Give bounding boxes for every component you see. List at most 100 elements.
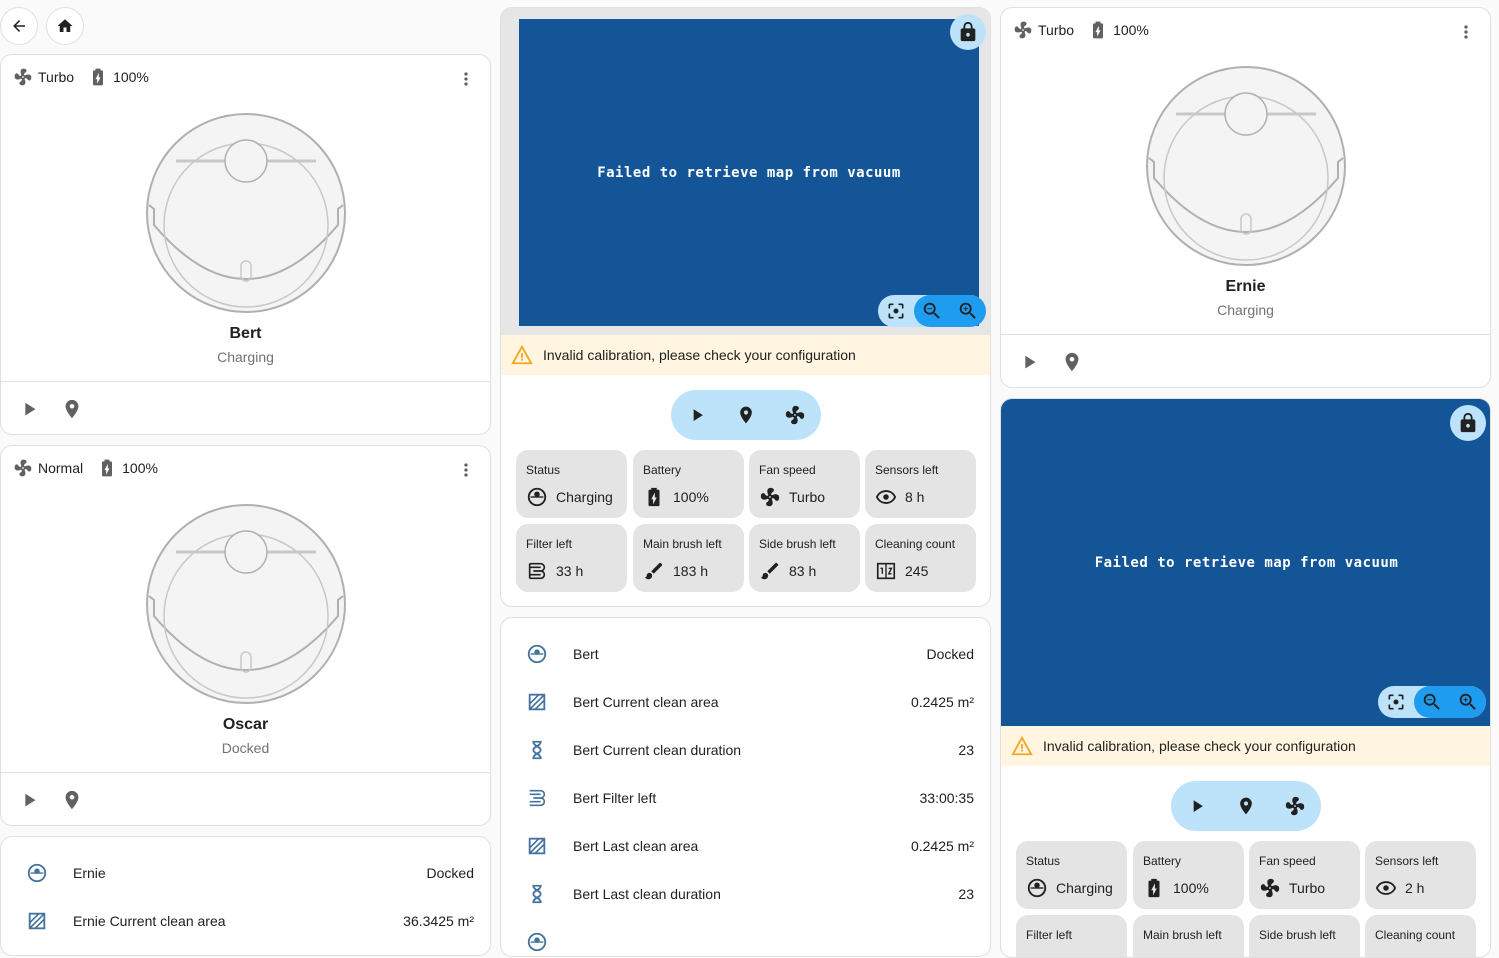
map-marker-icon — [61, 789, 83, 811]
start-button[interactable] — [685, 403, 709, 427]
vacuum-state: Charging — [217, 349, 274, 365]
fan-speed-button[interactable] — [1283, 794, 1307, 818]
home-button[interactable] — [46, 7, 84, 45]
battery-charging-icon — [1088, 20, 1108, 40]
map-view[interactable]: Failed to retrieve map from vacuum — [519, 19, 979, 326]
tile-status[interactable]: Status Charging — [1016, 841, 1127, 909]
map-view[interactable]: Failed to retrieve map from vacuum — [1001, 399, 1490, 726]
vacuum-card-header: Turbo 100% — [1013, 20, 1163, 40]
hourglass-icon — [525, 738, 549, 762]
vacuum-card-bert: Turbo 100% Bert Charging — [0, 54, 491, 435]
entity-row[interactable]: Ernie Docked — [1, 849, 490, 897]
lock-button[interactable] — [1450, 405, 1486, 441]
vacuum-actions — [1, 381, 490, 435]
alert-icon — [511, 344, 533, 366]
entity-row[interactable]: Bert Current clean area 0.2425 m² — [501, 678, 990, 726]
play-icon — [18, 789, 40, 811]
lock-button[interactable] — [950, 14, 986, 50]
vacuum-controls — [671, 390, 821, 440]
vacuum-image[interactable] — [146, 504, 346, 704]
entity-row[interactable]: Bert Current clean duration 23 — [501, 726, 990, 774]
entity-row[interactable]: Bert Last clean duration 23 — [501, 870, 990, 918]
zoom-out-button[interactable] — [1414, 686, 1450, 718]
zoom-out-button[interactable] — [914, 295, 950, 327]
tile-sensors-left[interactable]: Sensors left 8 h — [865, 450, 976, 518]
tile-battery[interactable]: Battery 100% — [1133, 841, 1244, 909]
tile-filter-left[interactable]: Filter left — [1016, 915, 1127, 957]
dots-vertical-icon — [1456, 22, 1476, 42]
battery-charging-icon — [1143, 877, 1165, 899]
vacuum-card-ernie: Turbo 100% Ernie Charging — [1000, 7, 1491, 388]
map-error-message: Failed to retrieve map from vacuum — [1094, 554, 1399, 571]
robot-vacuum-icon — [525, 930, 549, 954]
vacuum-state: Docked — [221, 740, 270, 756]
tile-main-brush-left[interactable]: Main brush left 183 h — [633, 524, 744, 592]
robot-vacuum-icon — [525, 642, 549, 666]
lock-icon — [1457, 412, 1479, 434]
tile-side-brush-left[interactable]: Side brush left — [1249, 915, 1360, 957]
play-icon — [1187, 796, 1207, 816]
start-button[interactable] — [17, 788, 41, 812]
vacuum-card-oscar: Normal 100% Oscar Docked — [0, 445, 491, 826]
map-card-bert: Failed to retrieve map from vacuum Inval… — [500, 7, 991, 607]
arrow-left-icon — [13, 20, 25, 32]
tile-fan-speed[interactable]: Fan speed Turbo — [749, 450, 860, 518]
fan-icon — [13, 67, 33, 87]
tile-cleaning-count[interactable]: Cleaning count — [1365, 915, 1476, 957]
focus-button[interactable] — [878, 295, 914, 327]
tile-main-brush-left[interactable]: Main brush left — [1133, 915, 1244, 957]
vacuum-image[interactable] — [146, 113, 346, 313]
more-menu-button[interactable] — [456, 460, 476, 480]
vacuum-name: Ernie — [1225, 278, 1266, 295]
entity-row[interactable]: Bert Filter left 33:00:35 — [501, 774, 990, 822]
fan-icon — [1013, 20, 1033, 40]
tile-status[interactable]: Status Charging — [516, 450, 627, 518]
back-button[interactable] — [0, 7, 38, 45]
zoom-in-button[interactable] — [1450, 686, 1486, 718]
counter-icon — [875, 560, 897, 582]
focus-button[interactable] — [1378, 686, 1414, 718]
fan-speed-chip[interactable]: Turbo — [1013, 20, 1074, 40]
brush-icon — [643, 560, 665, 582]
tile-battery[interactable]: Battery 100% — [633, 450, 744, 518]
start-button[interactable] — [1017, 350, 1041, 374]
battery-charging-icon — [88, 67, 108, 87]
start-button[interactable] — [1185, 794, 1209, 818]
entity-row[interactable]: Bert Docked — [501, 630, 990, 678]
calibration-warning: Invalid calibration, please check your c… — [1001, 726, 1490, 766]
tile-fan-speed[interactable]: Fan speed Turbo — [1249, 841, 1360, 909]
lock-icon — [957, 21, 979, 43]
vacuum-image[interactable] — [1146, 66, 1346, 266]
tile-sensors-left[interactable]: Sensors left 2 h — [1365, 841, 1476, 909]
fan-speed-icon — [1284, 795, 1306, 817]
locate-button[interactable] — [734, 403, 758, 427]
zoom-in-button[interactable] — [950, 295, 986, 327]
tile-side-brush-left[interactable]: Side brush left 83 h — [749, 524, 860, 592]
start-button[interactable] — [17, 397, 41, 421]
locate-button[interactable] — [60, 788, 84, 812]
more-menu-button[interactable] — [456, 69, 476, 89]
locate-button[interactable] — [60, 397, 84, 421]
dots-vertical-icon — [456, 69, 476, 89]
vacuum-card-header: Normal 100% — [13, 458, 172, 478]
fan-speed-chip[interactable]: Normal — [13, 458, 83, 478]
locate-button[interactable] — [1234, 794, 1258, 818]
more-menu-button[interactable] — [1456, 22, 1476, 42]
zoom-controls — [1378, 686, 1486, 718]
map-marker-icon — [1061, 351, 1083, 373]
tile-cleaning-count[interactable]: Cleaning count 245 — [865, 524, 976, 592]
entity-row[interactable]: Bert Last clean area 0.2425 m² — [501, 822, 990, 870]
zoom-in-icon — [957, 300, 979, 322]
battery-charging-icon — [643, 486, 665, 508]
battery-charging-icon — [97, 458, 117, 478]
fan-speed-chip[interactable]: Turbo — [13, 67, 74, 87]
locate-button[interactable] — [1060, 350, 1084, 374]
brush-icon — [759, 560, 781, 582]
tile-filter-left[interactable]: Filter left 33 h — [516, 524, 627, 592]
map-marker-icon — [61, 398, 83, 420]
dots-vertical-icon — [456, 460, 476, 480]
focus-icon — [1386, 692, 1406, 712]
area-icon — [525, 690, 549, 714]
fan-speed-button[interactable] — [783, 403, 807, 427]
battery-chip: 100% — [97, 458, 158, 478]
